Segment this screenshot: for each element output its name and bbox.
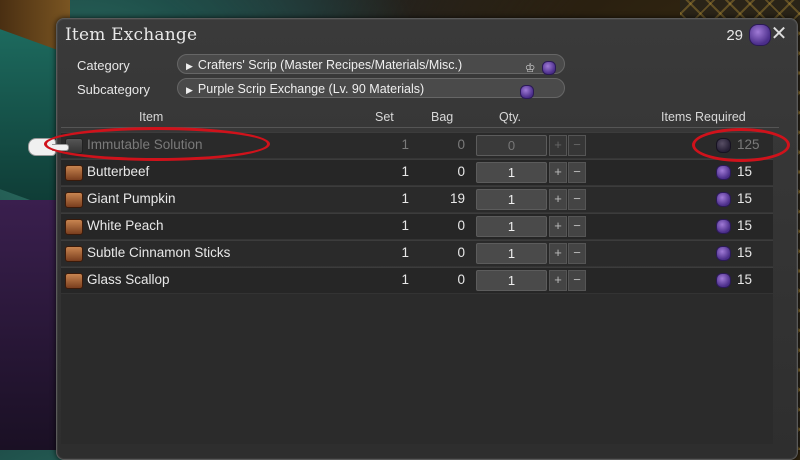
purple-scrip-icon xyxy=(716,245,731,261)
item-set: 1 xyxy=(401,191,409,206)
quantity-input[interactable]: 1 xyxy=(476,243,547,264)
table-row[interactable]: Immutable Solution 1 0 0 + − 125 xyxy=(61,132,773,158)
dropdown-arrow-icon: ▶ xyxy=(186,61,193,71)
item-name: Immutable Solution xyxy=(87,137,203,152)
item-name: Butterbeef xyxy=(87,164,150,179)
item-set: 1 xyxy=(401,137,409,152)
required-amount: 15 xyxy=(737,164,753,179)
table-row[interactable]: White Peach 1 0 1 + − 15 xyxy=(61,213,773,239)
purple-scrip-icon xyxy=(542,60,556,75)
close-button[interactable]: ✕ xyxy=(769,24,789,44)
items-required: 15 xyxy=(716,218,752,234)
items-required: 125 xyxy=(716,137,760,153)
column-header-items-required: Items Required xyxy=(661,110,746,124)
item-name: Glass Scallop xyxy=(87,272,170,287)
table-row[interactable]: Butterbeef 1 0 1 + − 15 xyxy=(61,159,773,185)
purple-scrip-icon xyxy=(716,191,731,207)
category-value: Crafters' Scrip (Master Recipes/Material… xyxy=(197,58,463,72)
increase-button[interactable]: + xyxy=(549,162,567,183)
purple-scrip-icon xyxy=(520,84,534,99)
item-name: White Peach xyxy=(87,218,164,233)
decrease-button[interactable]: − xyxy=(568,162,586,183)
header-divider xyxy=(61,127,779,128)
currency-balance: 29 xyxy=(726,24,771,46)
purple-scrip-icon xyxy=(716,272,731,288)
required-amount: 15 xyxy=(737,191,753,206)
column-header-qty: Qty. xyxy=(499,110,521,124)
category-icons: ♔ xyxy=(525,57,556,78)
subcategory-label: Subcategory xyxy=(77,82,150,97)
item-set: 1 xyxy=(401,245,409,260)
item-bag: 0 xyxy=(457,137,465,152)
item-set: 1 xyxy=(401,164,409,179)
items-required: 15 xyxy=(716,245,752,261)
decrease-button[interactable]: − xyxy=(568,270,586,291)
crafter-icon: ♔ xyxy=(524,60,536,75)
required-amount: 125 xyxy=(737,137,760,152)
increase-button[interactable]: + xyxy=(549,189,567,210)
item-bag: 0 xyxy=(457,218,465,233)
item-set: 1 xyxy=(401,272,409,287)
decrease-button[interactable]: − xyxy=(568,216,586,237)
items-required: 15 xyxy=(716,164,752,180)
item-bag: 0 xyxy=(457,245,465,260)
empty-list-area xyxy=(61,294,773,444)
dropdown-arrow-icon: ▶ xyxy=(186,85,193,95)
quantity-input[interactable]: 1 xyxy=(476,162,547,183)
column-header-set: Set xyxy=(375,110,394,124)
column-header-bag: Bag xyxy=(431,110,454,124)
quantity-input[interactable]: 0 xyxy=(476,135,547,156)
category-label: Category xyxy=(77,58,130,73)
purple-scrip-icon xyxy=(716,164,731,180)
increase-button[interactable]: + xyxy=(549,270,567,291)
required-amount: 15 xyxy=(737,272,753,287)
increase-button[interactable]: + xyxy=(549,135,567,156)
item-name: Subtle Cinnamon Sticks xyxy=(87,245,231,260)
item-bag: 0 xyxy=(457,164,465,179)
currency-count: 29 xyxy=(726,27,743,44)
item-icon xyxy=(65,165,83,181)
quantity-input[interactable]: 1 xyxy=(476,189,547,210)
increase-button[interactable]: + xyxy=(549,243,567,264)
item-icon xyxy=(65,246,83,262)
item-exchange-window: Item Exchange 29 ✕ Category ▶ Crafters' S… xyxy=(56,18,798,460)
category-dropdown[interactable]: ▶ Crafters' Scrip (Master Recipes/Materia… xyxy=(177,54,565,75)
pointer-hand-icon xyxy=(28,138,69,156)
item-bag: 0 xyxy=(457,272,465,287)
item-icon xyxy=(65,192,83,208)
purple-scrip-icon xyxy=(716,218,731,234)
purple-scrip-icon xyxy=(749,24,771,46)
items-required: 15 xyxy=(716,191,752,207)
table-row[interactable]: Giant Pumpkin 1 19 1 + − 15 xyxy=(61,186,773,212)
background-teal-banner xyxy=(0,29,60,211)
table-row[interactable]: Glass Scallop 1 0 1 + − 15 xyxy=(61,267,773,293)
item-set: 1 xyxy=(401,218,409,233)
quantity-input[interactable]: 1 xyxy=(476,270,547,291)
items-required: 15 xyxy=(716,272,752,288)
decrease-button[interactable]: − xyxy=(568,135,586,156)
required-amount: 15 xyxy=(737,218,753,233)
table-row[interactable]: Subtle Cinnamon Sticks 1 0 1 + − 15 xyxy=(61,240,773,266)
quantity-input[interactable]: 1 xyxy=(476,216,547,237)
item-icon xyxy=(65,273,83,289)
item-name: Giant Pumpkin xyxy=(87,191,176,206)
decrease-button[interactable]: − xyxy=(568,189,586,210)
subcategory-value: Purple Scrip Exchange (Lv. 90 Materials) xyxy=(197,82,425,96)
background-purple-drape xyxy=(0,200,60,450)
decrease-button[interactable]: − xyxy=(568,243,586,264)
item-bag: 19 xyxy=(449,191,465,206)
column-header-item: Item xyxy=(139,110,164,124)
window-title: Item Exchange xyxy=(65,25,198,45)
purple-scrip-icon xyxy=(716,137,731,153)
item-icon xyxy=(65,219,83,235)
required-amount: 15 xyxy=(737,245,753,260)
subcategory-icons xyxy=(517,81,534,101)
subcategory-dropdown[interactable]: ▶ Purple Scrip Exchange (Lv. 90 Materials… xyxy=(177,78,565,101)
increase-button[interactable]: + xyxy=(549,216,567,237)
